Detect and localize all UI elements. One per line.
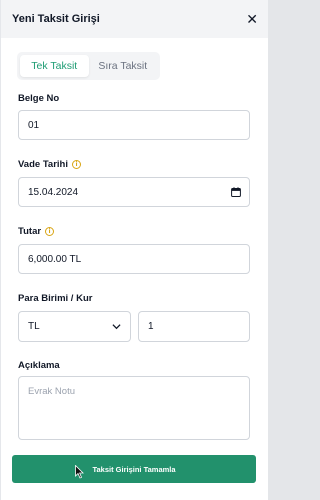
belge-no-label-text: Belge No (18, 93, 60, 104)
tutar-field[interactable] (18, 244, 250, 274)
aciklama-label-text: Açıklama (18, 360, 60, 371)
mouse-cursor-icon (75, 465, 84, 479)
tutar-input[interactable] (28, 253, 240, 265)
tab-tek-taksit[interactable]: Tek Taksit (20, 55, 89, 77)
panel-header: Yeni Taksit Girişi ✕ (1, 0, 268, 38)
submit-button[interactable]: Taksit Girişini Tamamla (12, 455, 256, 483)
vade-tarihi-input[interactable] (28, 186, 240, 198)
aciklama-label: Açıklama (18, 360, 60, 371)
para-birimi-label: Para Birimi / Kur (18, 293, 92, 304)
close-icon[interactable]: ✕ (246, 12, 258, 26)
vade-tarihi-field[interactable] (18, 177, 250, 207)
currency-value: TL (28, 321, 40, 332)
belge-no-field[interactable] (18, 110, 250, 140)
vade-tarihi-label: Vade Tarihi i (18, 159, 81, 170)
calendar-icon[interactable] (231, 187, 241, 197)
tutar-label-text: Tutar (18, 226, 42, 237)
para-birimi-label-text: Para Birimi / Kur (18, 293, 93, 304)
exchange-rate-input[interactable] (148, 321, 240, 332)
info-icon: i (45, 227, 55, 236)
vade-tarihi-label-text: Vade Tarihi (18, 159, 68, 170)
installment-type-toggle: Tek Taksit Sıra Taksit (17, 52, 160, 80)
panel-title: Yeni Taksit Girişi (12, 13, 100, 25)
exchange-rate-field[interactable] (138, 311, 250, 342)
chevron-down-icon (112, 324, 121, 330)
info-icon: i (71, 160, 81, 169)
aciklama-placeholder: Evrak Notu (28, 386, 75, 397)
aciklama-textarea[interactable]: Evrak Notu (18, 376, 250, 440)
currency-select[interactable]: TL (18, 311, 131, 342)
tutar-label: Tutar i (18, 226, 55, 237)
belge-no-label: Belge No (18, 93, 59, 104)
installment-panel: Yeni Taksit Girişi ✕ Tek Taksit Sıra Tak… (0, 0, 268, 500)
belge-no-input[interactable] (28, 119, 240, 131)
tab-sira-taksit[interactable]: Sıra Taksit (89, 55, 158, 77)
